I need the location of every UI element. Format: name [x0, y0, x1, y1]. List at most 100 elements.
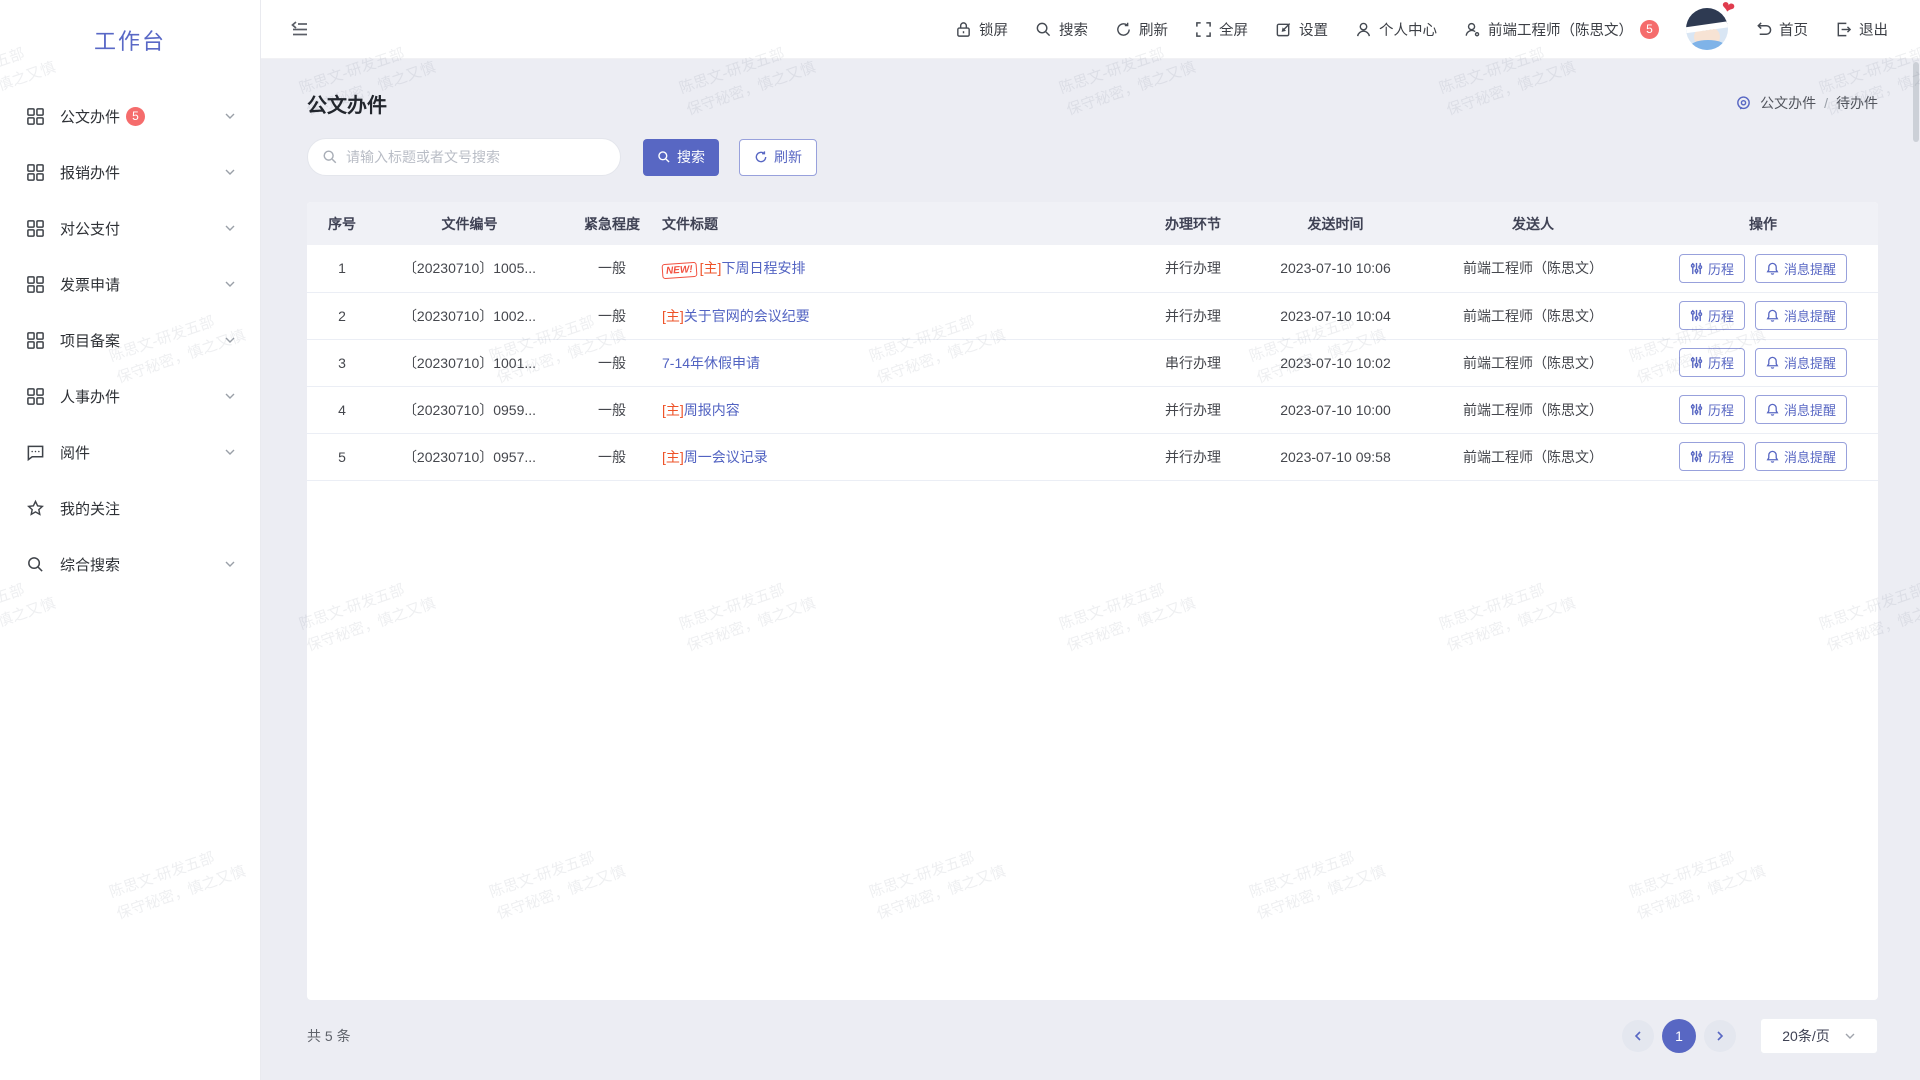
- doc-number: 〔20230710〕0957...: [377, 433, 562, 480]
- main-area: 锁屏 搜索 刷新 全屏 设置: [261, 0, 1920, 1080]
- sidebar-item-label: 项目备案: [60, 330, 120, 351]
- sidebar: 工作台 公文办件 5 报销办件 对公支付 发票申请: [0, 0, 261, 1080]
- header-search-button[interactable]: 搜索: [1035, 19, 1088, 40]
- history-button[interactable]: 历程: [1679, 395, 1745, 424]
- prev-page-button[interactable]: [1622, 1020, 1654, 1052]
- col-sender: 发送人: [1418, 202, 1648, 245]
- bell-icon: [1766, 450, 1779, 463]
- urgency: 一般: [562, 292, 662, 339]
- fullscreen-button[interactable]: 全屏: [1195, 19, 1248, 40]
- next-page-button[interactable]: [1704, 1020, 1736, 1052]
- message-reminder-button[interactable]: 消息提醒: [1755, 442, 1847, 471]
- sidebar-item-my-follows[interactable]: 我的关注: [0, 480, 260, 536]
- lock-screen-button[interactable]: 锁屏: [955, 19, 1008, 40]
- doc-number: 〔20230710〕0959...: [377, 386, 562, 433]
- star-icon: [26, 499, 45, 518]
- fullscreen-icon: [1195, 21, 1212, 38]
- col-actions: 操作: [1648, 202, 1878, 245]
- current-user[interactable]: 前端工程师（陈思文） 5: [1464, 19, 1659, 40]
- document-title-link[interactable]: 下周日程安排: [721, 260, 805, 276]
- history-button[interactable]: 历程: [1679, 254, 1745, 283]
- page-size-select[interactable]: 20条/页: [1760, 1018, 1878, 1054]
- sidebar-collapse-icon[interactable]: [290, 19, 310, 39]
- bell-icon: [1766, 262, 1779, 275]
- sidebar-menu: 公文办件 5 报销办件 对公支付 发票申请 项目备案: [0, 72, 260, 592]
- heart-icon: ❤: [1719, 0, 1736, 18]
- document-title-link[interactable]: 周一会议记录: [684, 449, 768, 465]
- message-reminder-button[interactable]: 消息提醒: [1755, 395, 1847, 424]
- app-title: 工作台: [0, 0, 260, 72]
- sidebar-item-label: 报销办件: [60, 162, 120, 183]
- sidebar-item-reading[interactable]: 阅件: [0, 424, 260, 480]
- sender: 前端工程师（陈思文）: [1418, 433, 1648, 480]
- urgency: 一般: [562, 433, 662, 480]
- unread-count-badge: 5: [126, 107, 145, 126]
- history-button[interactable]: 历程: [1679, 348, 1745, 377]
- process-step: 并行办理: [1133, 245, 1253, 292]
- grid-icon: [26, 107, 45, 126]
- search-icon: [26, 555, 45, 574]
- sidebar-item-corporate-payment[interactable]: 对公支付: [0, 200, 260, 256]
- user-avatar[interactable]: ❤: [1686, 8, 1728, 50]
- breadcrumb-root[interactable]: 公文办件: [1760, 93, 1816, 113]
- chevron-down-icon: [224, 166, 236, 178]
- scrollbar[interactable]: [1913, 62, 1919, 142]
- topbar-action-label: 设置: [1299, 19, 1328, 40]
- new-badge: NEW!: [662, 262, 698, 279]
- chevron-down-icon: [224, 110, 236, 122]
- table-row: 2 〔20230710〕1002... 一般 [主]关于官网的会议纪要 并行办理…: [307, 292, 1878, 339]
- home-button[interactable]: 首页: [1755, 19, 1808, 40]
- settings-button[interactable]: 设置: [1275, 19, 1328, 40]
- document-title-link[interactable]: 周报内容: [684, 402, 740, 418]
- document-title-link[interactable]: 关于官网的会议纪要: [684, 308, 810, 324]
- tune-icon: [1690, 450, 1703, 463]
- sidebar-item-reimbursement[interactable]: 报销办件: [0, 144, 260, 200]
- tune-icon: [1690, 356, 1703, 369]
- message-reminder-button[interactable]: 消息提醒: [1755, 348, 1847, 377]
- logout-button[interactable]: 退出: [1835, 19, 1888, 40]
- message-count-badge: 5: [1640, 20, 1659, 39]
- main-copy-tag: [主]: [662, 402, 684, 418]
- message-reminder-button[interactable]: 消息提醒: [1755, 254, 1847, 283]
- sidebar-item-global-search[interactable]: 综合搜索: [0, 536, 260, 592]
- main-copy-tag: [主]: [662, 449, 684, 465]
- row-no: 3: [307, 339, 377, 386]
- chevron-down-icon: [224, 390, 236, 402]
- document-title-link[interactable]: 7-14年休假申请: [662, 355, 760, 371]
- grid-icon: [26, 331, 45, 350]
- page-number-button[interactable]: 1: [1662, 1019, 1696, 1053]
- tune-icon: [1690, 403, 1703, 416]
- row-no: 1: [307, 245, 377, 292]
- topbar-action-label: 刷新: [1139, 19, 1168, 40]
- sidebar-item-label: 发票申请: [60, 274, 120, 295]
- sidebar-item-official-docs[interactable]: 公文办件 5: [0, 88, 260, 144]
- message-reminder-button[interactable]: 消息提醒: [1755, 301, 1847, 330]
- doc-number: 〔20230710〕1005...: [377, 245, 562, 292]
- search-box: [307, 138, 621, 176]
- history-button[interactable]: 历程: [1679, 301, 1745, 330]
- grid-icon: [26, 163, 45, 182]
- history-button[interactable]: 历程: [1679, 442, 1745, 471]
- refresh-button[interactable]: 刷新: [739, 139, 817, 176]
- search-input[interactable]: [346, 149, 606, 165]
- content: 公文办件 公文办件 / 待办件 搜索: [261, 59, 1920, 1080]
- current-user-label: 前端工程师（陈思文）: [1488, 19, 1633, 40]
- chevron-down-icon: [224, 558, 236, 570]
- table-row: 5 〔20230710〕0957... 一般 [主]周一会议记录 并行办理 20…: [307, 433, 1878, 480]
- header-refresh-button[interactable]: 刷新: [1115, 19, 1168, 40]
- undo-home-icon: [1755, 21, 1772, 38]
- send-time: 2023-07-10 10:06: [1253, 245, 1418, 292]
- personal-center-button[interactable]: 个人中心: [1355, 19, 1437, 40]
- send-time: 2023-07-10 10:00: [1253, 386, 1418, 433]
- urgency: 一般: [562, 245, 662, 292]
- sidebar-item-hr-affairs[interactable]: 人事办件: [0, 368, 260, 424]
- sidebar-item-project-filing[interactable]: 项目备案: [0, 312, 260, 368]
- chevron-down-icon: [224, 334, 236, 346]
- sidebar-item-label: 公文办件: [60, 106, 120, 127]
- tune-icon: [1690, 309, 1703, 322]
- sidebar-item-invoice-request[interactable]: 发票申请: [0, 256, 260, 312]
- urgency: 一般: [562, 339, 662, 386]
- search-button[interactable]: 搜索: [643, 139, 719, 176]
- home-label: 首页: [1779, 19, 1808, 40]
- settings-icon: [1275, 21, 1292, 38]
